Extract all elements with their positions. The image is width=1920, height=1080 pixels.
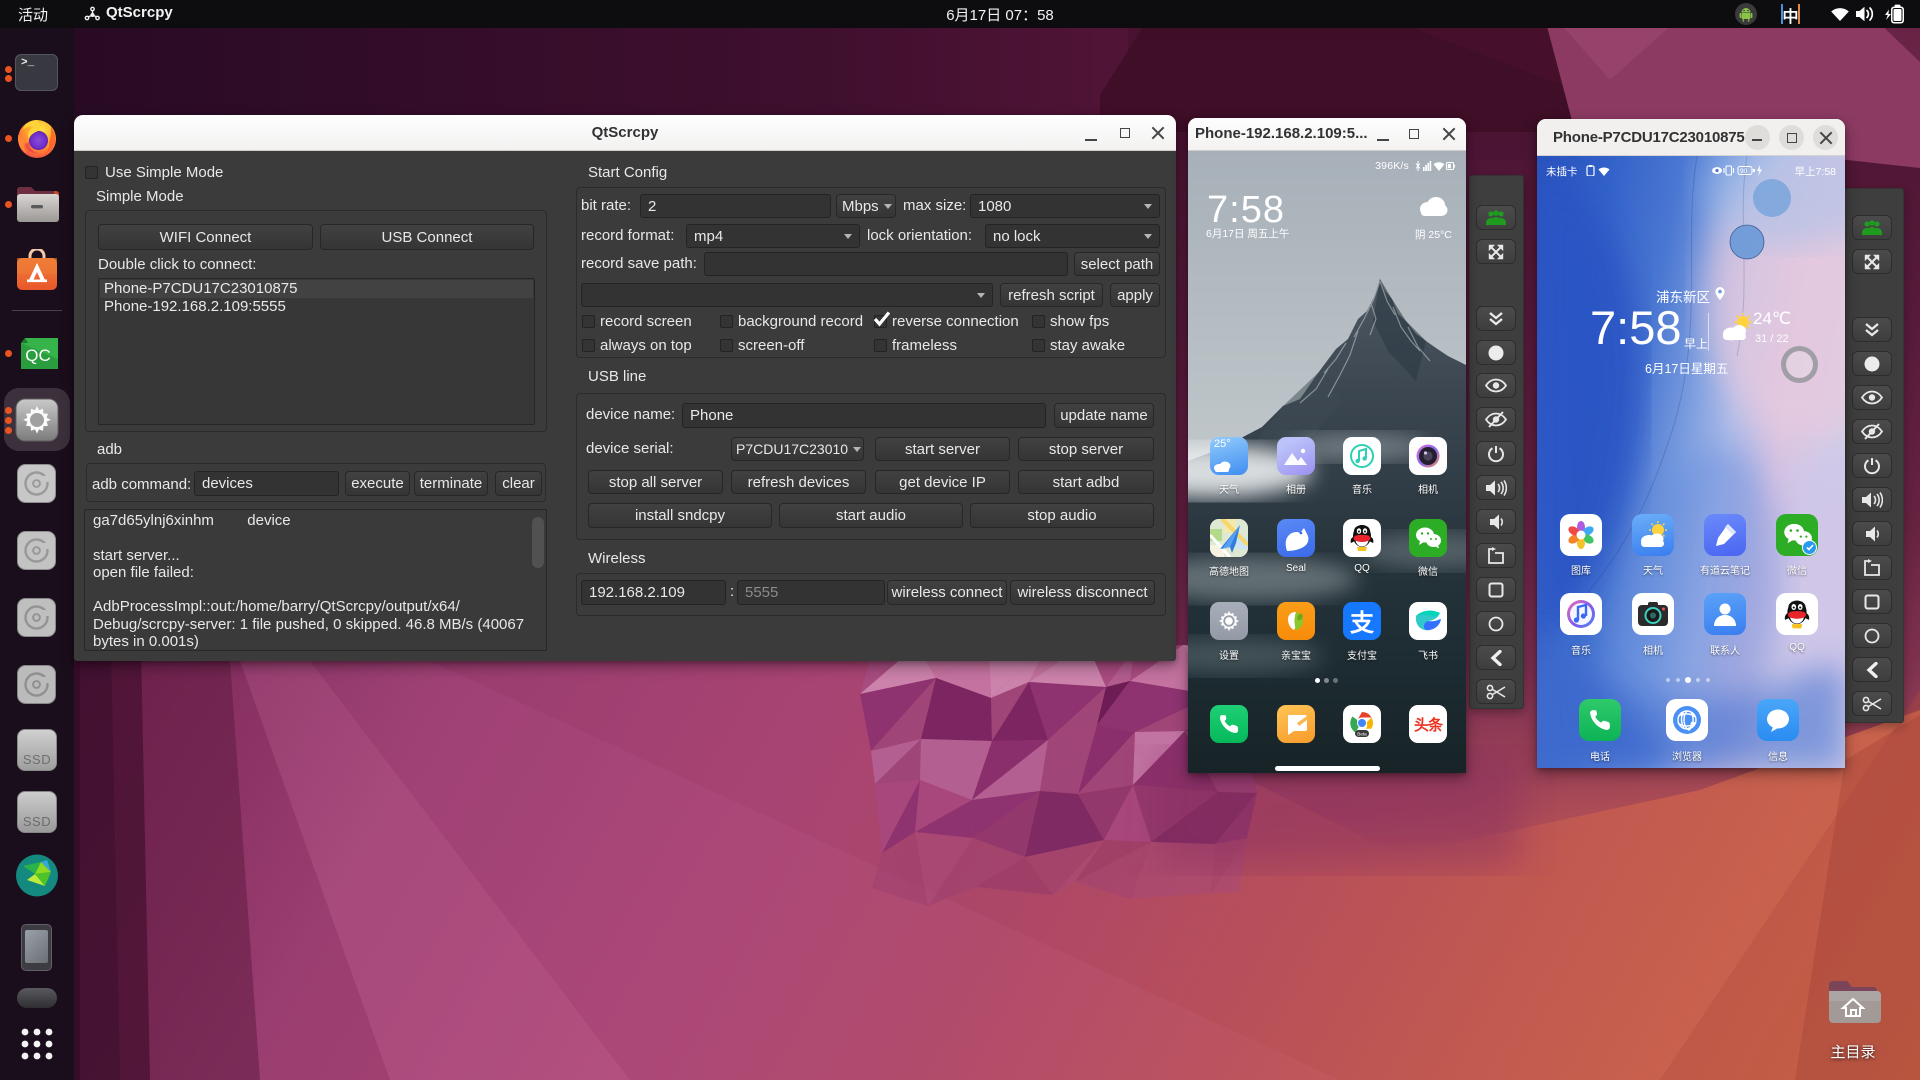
svg-text:QC: QC xyxy=(25,346,51,365)
svg-text:Beta: Beta xyxy=(1357,731,1367,736)
svg-text:90: 90 xyxy=(1740,168,1748,175)
